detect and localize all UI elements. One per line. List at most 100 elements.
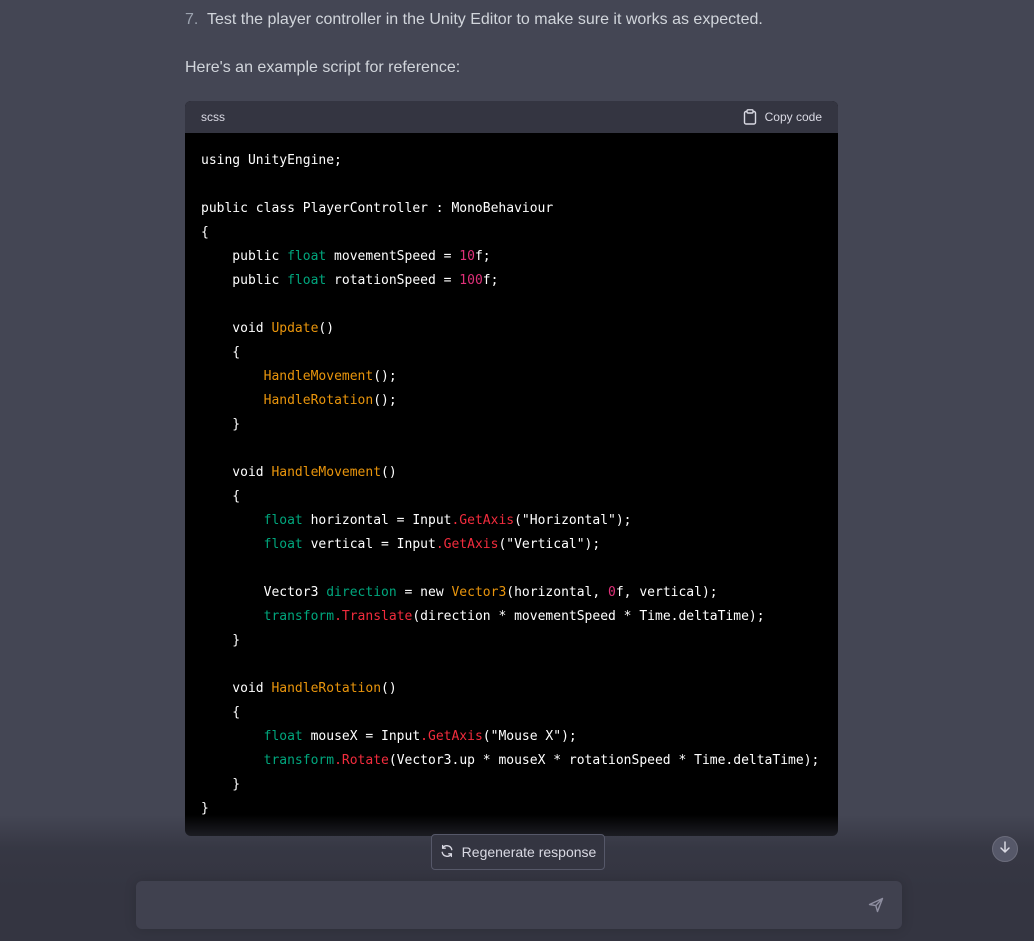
regenerate-response-button[interactable]: Regenerate response (431, 834, 605, 870)
code-token: .GetAxis (435, 537, 499, 552)
code-token: void (201, 321, 272, 336)
code-token: (Vector3.up * mouseX * rotationSpeed * T… (388, 753, 820, 768)
code-token: direction (326, 585, 397, 600)
code-token: ("Horizontal"); (514, 513, 632, 528)
code-token: HandleMovement (263, 369, 374, 384)
step-item: 7. Test the player controller in the Uni… (185, 9, 838, 31)
code-token: .Translate (334, 609, 413, 624)
code-token: .GetAxis (420, 729, 483, 744)
code-token: Vector3 (451, 585, 507, 600)
code-token: public (201, 249, 288, 264)
arrow-down-icon (998, 840, 1012, 859)
code-token: (horizontal, (506, 585, 609, 600)
code-line: public float rotationSpeed = 100f; (201, 269, 822, 293)
code-token: using UnityEngine; (201, 153, 342, 168)
code-token: ("Mouse X"); (482, 729, 577, 744)
code-line: float vertical = Input.GetAxis("Vertical… (201, 533, 822, 557)
code-token: mouseX = Input (302, 729, 421, 744)
code-token: Vector3 (201, 585, 327, 600)
code-language-label: scss (201, 110, 225, 124)
code-line: using UnityEngine; (201, 149, 822, 173)
step-text: Test the player controller in the Unity … (207, 11, 763, 28)
code-token: rotationSpeed = (326, 273, 460, 288)
code-line: transform.Rotate(Vector3.up * mouseX * r… (201, 749, 822, 773)
code-line: } (201, 629, 822, 653)
code-token: () (381, 465, 397, 480)
code-token: vertical = Input (302, 537, 436, 552)
code-header: scss Copy code (185, 101, 838, 133)
code-token: movementSpeed = (326, 249, 460, 264)
code-token: horizontal = Input (302, 513, 452, 528)
code-token: .Rotate (334, 753, 389, 768)
code-token: } (201, 633, 241, 648)
code-line: } (201, 413, 822, 437)
message-composer (136, 881, 902, 929)
code-line: { (201, 701, 822, 725)
code-token: Update (271, 321, 319, 336)
message-input[interactable] (152, 893, 856, 921)
code-line: { (201, 485, 822, 509)
clipboard-icon (743, 109, 757, 125)
code-line: void Update() (201, 317, 822, 341)
code-line: HandleRotation(); (201, 389, 822, 413)
code-line: { (201, 341, 822, 365)
copy-code-button[interactable]: Copy code (743, 109, 822, 125)
scroll-to-bottom-button[interactable] (992, 836, 1018, 862)
code-token: = new (396, 585, 452, 600)
code-token: f, vertical); (615, 585, 718, 600)
code-token: HandleRotation (271, 681, 382, 696)
send-icon (868, 897, 884, 918)
code-token: (); (373, 369, 397, 384)
code-token: f; (474, 249, 491, 264)
code-token: transform (263, 753, 335, 768)
code-line: transform.Translate(direction * movement… (201, 605, 822, 629)
code-token: 0 (608, 585, 616, 600)
code-token: float (287, 249, 327, 264)
code-line: public float movementSpeed = 10f; (201, 245, 822, 269)
code-token: { (201, 705, 241, 720)
intro-paragraph: Here's an example script for reference: (185, 59, 461, 76)
code-token: float (263, 537, 303, 552)
code-token: () (318, 321, 335, 336)
code-token: (direction * movementSpeed * Time.deltaT… (412, 609, 765, 624)
code-token: void (201, 465, 272, 480)
code-line: public class PlayerController : MonoBeha… (201, 197, 822, 221)
code-token: 10 (459, 249, 475, 264)
code-token: } (201, 777, 241, 792)
code-token: float (263, 729, 303, 744)
code-token: void (201, 681, 272, 696)
code-token: f; (482, 273, 499, 288)
code-line: HandleMovement(); (201, 365, 822, 389)
code-line: float mouseX = Input.GetAxis("Mouse X"); (201, 725, 822, 749)
code-token: { (201, 225, 209, 240)
code-token: public class PlayerController : MonoBeha… (201, 201, 554, 216)
code-token: () (381, 681, 397, 696)
copy-code-label: Copy code (764, 110, 822, 124)
regenerate-response-label: Regenerate response (461, 844, 597, 860)
code-token: { (201, 489, 241, 504)
code-token: } (201, 801, 209, 816)
code-body[interactable]: using UnityEngine; public class PlayerCo… (185, 133, 838, 821)
code-line: Vector3 direction = new Vector3(horizont… (201, 581, 822, 605)
chat-page: 7. Test the player controller in the Uni… (0, 0, 1034, 941)
code-line: void HandleMovement() (201, 461, 822, 485)
code-token: ("Vertical"); (498, 537, 601, 552)
code-token: } (201, 417, 241, 432)
code-line: float horizontal = Input.GetAxis("Horizo… (201, 509, 822, 533)
step-number: 7. (185, 11, 199, 28)
send-button[interactable] (866, 897, 886, 917)
code-token: public (201, 273, 288, 288)
code-token: 100 (459, 273, 483, 288)
code-token: { (201, 345, 241, 360)
code-token: float (263, 513, 303, 528)
code-token: transform (263, 609, 335, 624)
